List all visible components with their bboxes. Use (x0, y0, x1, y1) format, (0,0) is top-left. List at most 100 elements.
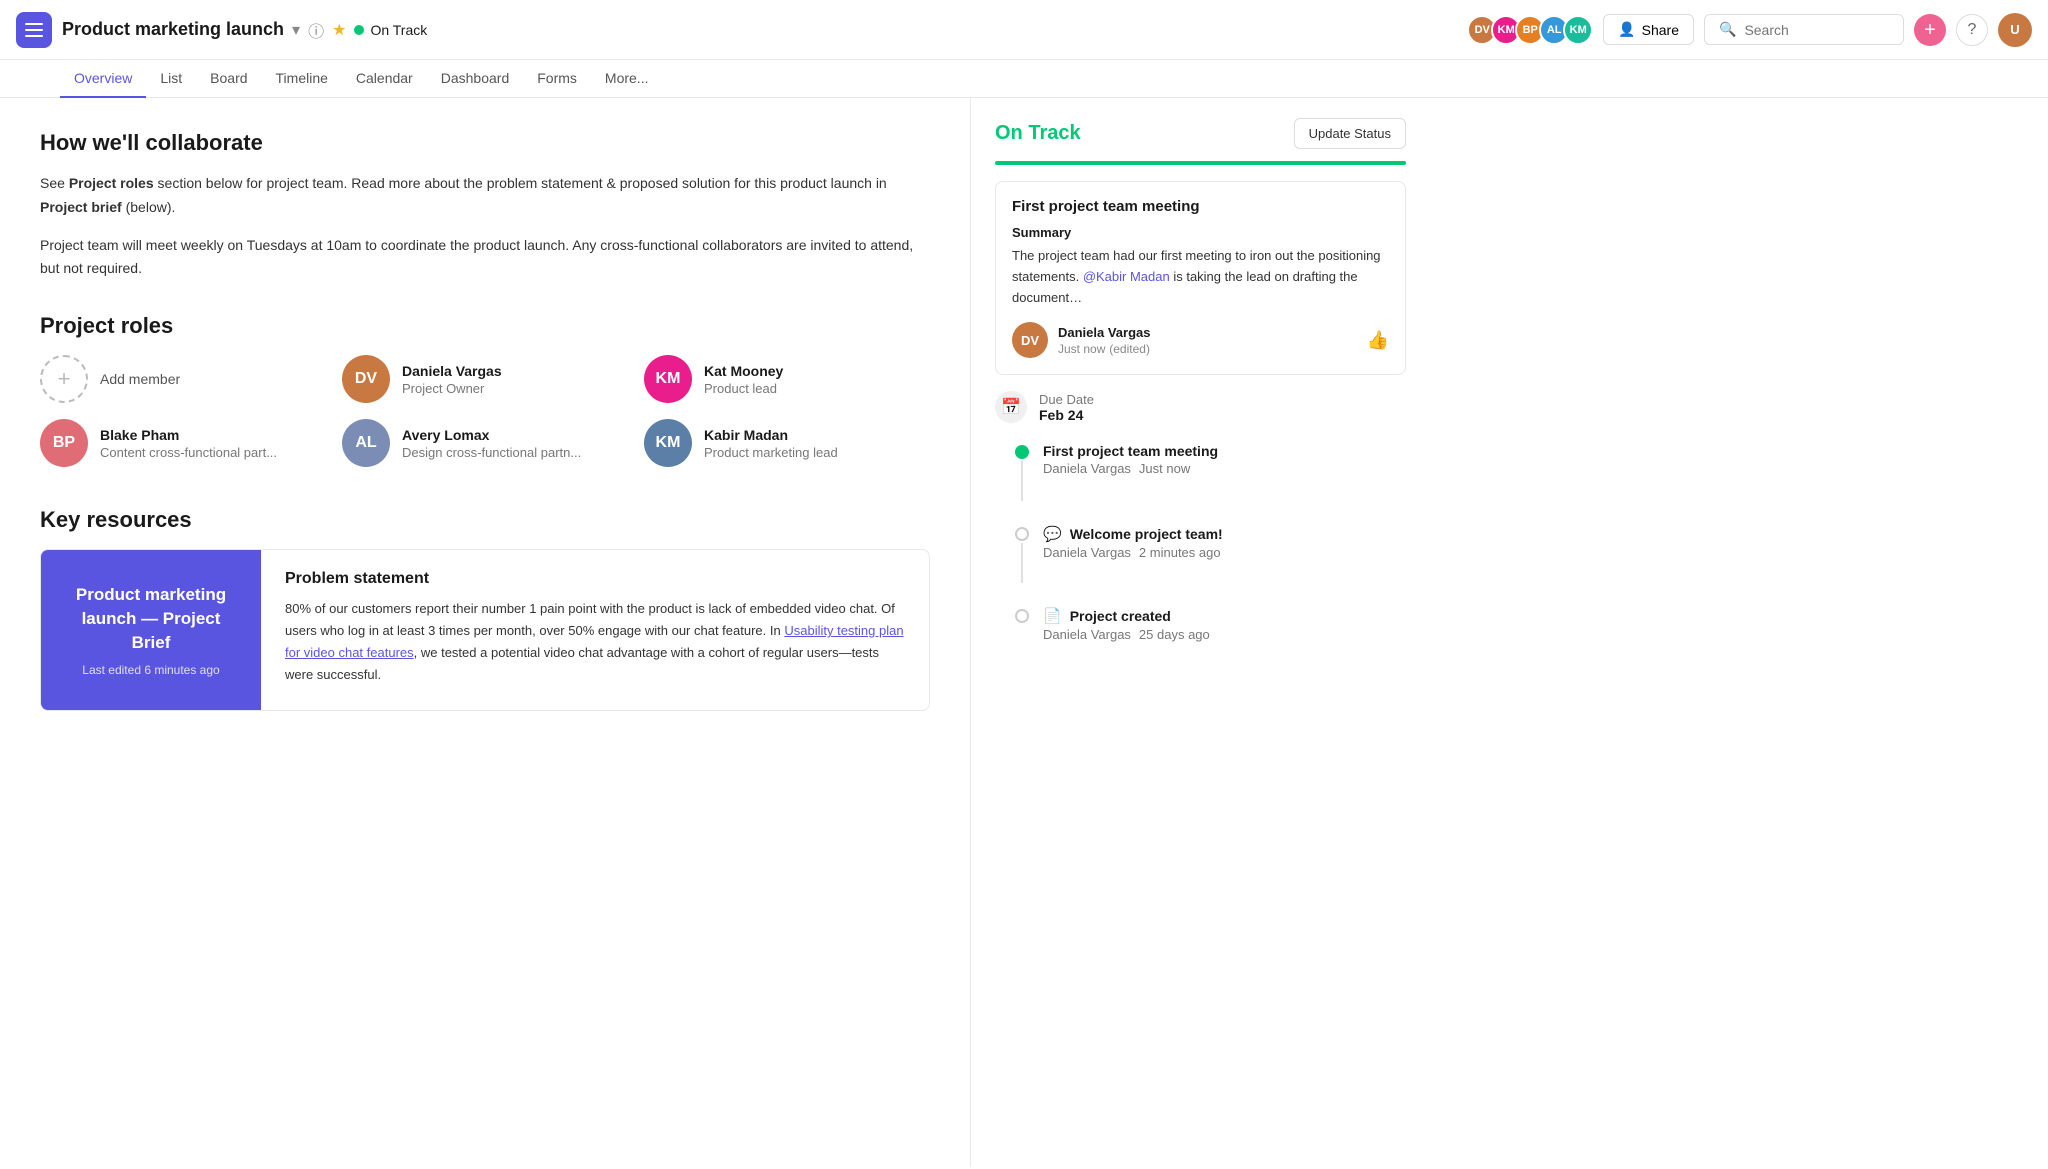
project-title-row: Product marketing launch ▾ ⓘ ★ On Track (62, 18, 427, 42)
resource-card: Product marketing launch — Project Brief… (40, 549, 930, 711)
role-info-kabir: Kabir Madan Product marketing lead (704, 427, 838, 460)
author-avatar: DV (1012, 322, 1048, 358)
left-content: How we'll collaborate See Project roles … (0, 98, 970, 1167)
collab-para-2: Project team will meet weekly on Tuesday… (40, 234, 930, 282)
role-info-kat: Kat Mooney Product lead (704, 363, 783, 396)
timeline-item-2: 💬 Welcome project team! Daniela Vargas 2… (1015, 525, 1406, 583)
star-icon[interactable]: ★ (332, 20, 346, 40)
role-name-blake: Blake Pham (100, 427, 277, 443)
timeline-dot-1 (1015, 445, 1029, 459)
main-layout: How we'll collaborate See Project roles … (0, 98, 2048, 1167)
tab-more[interactable]: More... (591, 60, 663, 98)
search-input[interactable] (1744, 22, 1889, 38)
author-name: Daniela Vargas (1058, 325, 1151, 340)
status-bar (995, 161, 1406, 165)
header: Product marketing launch ▾ ⓘ ★ On Track … (0, 0, 2048, 60)
timeline-time-3: 25 days ago (1139, 627, 1210, 642)
add-member-card[interactable]: + Add member (40, 355, 326, 403)
role-card-daniela: DV Daniela Vargas Project Owner (342, 355, 628, 403)
role-card-avery: AL Avery Lomax Design cross-functional p… (342, 419, 628, 467)
project-brief-bold: Project brief (40, 199, 122, 215)
sidebar-toggle-button[interactable] (16, 12, 52, 48)
due-label: Due Date (1039, 392, 1094, 407)
timeline-author-3: Daniela Vargas (1043, 627, 1131, 642)
project-title: Product marketing launch (62, 19, 284, 40)
problem-text: 80% of our customers report their number… (285, 598, 905, 686)
search-box[interactable]: 🔍 (1704, 14, 1904, 45)
timeline-dot-2 (1015, 527, 1029, 541)
timeline-title-3: Project created (1070, 608, 1171, 624)
sidebar-status-label: On Track (995, 122, 1081, 145)
role-info-blake: Blake Pham Content cross-functional part… (100, 427, 277, 460)
avatar-kat[interactable]: KM (644, 355, 692, 403)
resource-thumb-sub: Last edited 6 minutes ago (82, 663, 219, 677)
mention-kabir[interactable]: @Kabir Madan (1083, 269, 1170, 284)
timeline-section: 📅 Due Date Feb 24 First project team mee… (995, 391, 1406, 642)
timeline-sub-2: Daniela Vargas 2 minutes ago (1043, 545, 1406, 560)
role-title-daniela: Project Owner (402, 381, 502, 396)
author-info: Daniela Vargas Just now (edited) (1058, 325, 1151, 356)
role-card-kat: KM Kat Mooney Product lead (644, 355, 930, 403)
right-sidebar: On Track Update Status First project tea… (970, 98, 1430, 1167)
timeline-content-3: 📄 Project created Daniela Vargas 25 days… (1043, 607, 1406, 642)
timeline-item-1: First project team meeting Daniela Varga… (1015, 443, 1406, 501)
activity-card-title: First project team meeting (1012, 198, 1389, 215)
update-status-button[interactable]: Update Status (1294, 118, 1406, 149)
problem-title: Problem statement (285, 570, 905, 588)
project-roles-section: Project roles + Add member DV Daniela Va… (40, 313, 930, 467)
due-date-row: 📅 Due Date Feb 24 (995, 391, 1406, 423)
role-card-blake: BP Blake Pham Content cross-functional p… (40, 419, 326, 467)
add-member-icon: + (40, 355, 88, 403)
activity-author-left: DV Daniela Vargas Just now (edited) (1012, 322, 1151, 358)
avatar-kabir[interactable]: KM (644, 419, 692, 467)
avatar-5[interactable]: KM (1563, 15, 1593, 45)
role-title-kat: Product lead (704, 381, 783, 396)
timeline-items: First project team meeting Daniela Varga… (995, 443, 1406, 642)
avatar-blake[interactable]: BP (40, 419, 88, 467)
header-right: DV KM BP AL KM 👤 Share 🔍 + ? U (1467, 13, 2032, 47)
share-button[interactable]: 👤 Share (1603, 14, 1694, 45)
tab-board[interactable]: Board (196, 60, 261, 98)
info-icon[interactable]: ⓘ (308, 18, 324, 42)
nav-tabs: Overview List Board Timeline Calendar Da… (0, 60, 2048, 98)
sidebar-status-row: On Track Update Status (995, 118, 1406, 149)
calendar-icon: 📅 (995, 391, 1027, 423)
chevron-down-icon[interactable]: ▾ (292, 20, 300, 40)
chat-icon-2: 💬 (1043, 525, 1062, 543)
role-name-kat: Kat Mooney (704, 363, 783, 379)
timeline-item-3: 📄 Project created Daniela Vargas 25 days… (1015, 607, 1406, 642)
user-avatar[interactable]: U (1998, 13, 2032, 47)
collab-heading: How we'll collaborate (40, 130, 930, 156)
status-label: On Track (370, 22, 427, 38)
role-info-daniela: Daniela Vargas Project Owner (402, 363, 502, 396)
tab-forms[interactable]: Forms (523, 60, 591, 98)
resource-body: Problem statement 80% of our customers r… (261, 550, 929, 710)
role-info-avery: Avery Lomax Design cross-functional part… (402, 427, 581, 460)
status-dot (354, 25, 364, 35)
avatar-daniela[interactable]: DV (342, 355, 390, 403)
problem-link[interactable]: Usability testing plan for video chat fe… (285, 623, 904, 660)
tab-overview[interactable]: Overview (60, 60, 146, 98)
activity-card: First project team meeting Summary The p… (995, 181, 1406, 375)
resource-thumbnail[interactable]: Product marketing launch — Project Brief… (41, 550, 261, 710)
tab-timeline[interactable]: Timeline (262, 60, 342, 98)
search-icon: 🔍 (1719, 21, 1736, 38)
author-edited: (edited) (1109, 342, 1150, 356)
role-title-kabir: Product marketing lead (704, 445, 838, 460)
timeline-title-1: First project team meeting (1043, 443, 1406, 459)
roles-grid: + Add member DV Daniela Vargas Project O… (40, 355, 930, 467)
like-button[interactable]: 👍 (1367, 330, 1389, 351)
tab-list[interactable]: List (146, 60, 196, 98)
role-name-avery: Avery Lomax (402, 427, 581, 443)
tab-calendar[interactable]: Calendar (342, 60, 427, 98)
role-title-blake: Content cross-functional part... (100, 445, 277, 460)
timeline-time-2: 2 minutes ago (1139, 545, 1221, 560)
tab-dashboard[interactable]: Dashboard (427, 60, 524, 98)
share-icon: 👤 (1618, 21, 1635, 38)
avatar-avery[interactable]: AL (342, 419, 390, 467)
timeline-sub-3: Daniela Vargas 25 days ago (1043, 627, 1406, 642)
help-button[interactable]: ? (1956, 14, 1988, 46)
add-button[interactable]: + (1914, 14, 1946, 46)
role-name-daniela: Daniela Vargas (402, 363, 502, 379)
summary-text: The project team had our first meeting t… (1012, 246, 1389, 308)
